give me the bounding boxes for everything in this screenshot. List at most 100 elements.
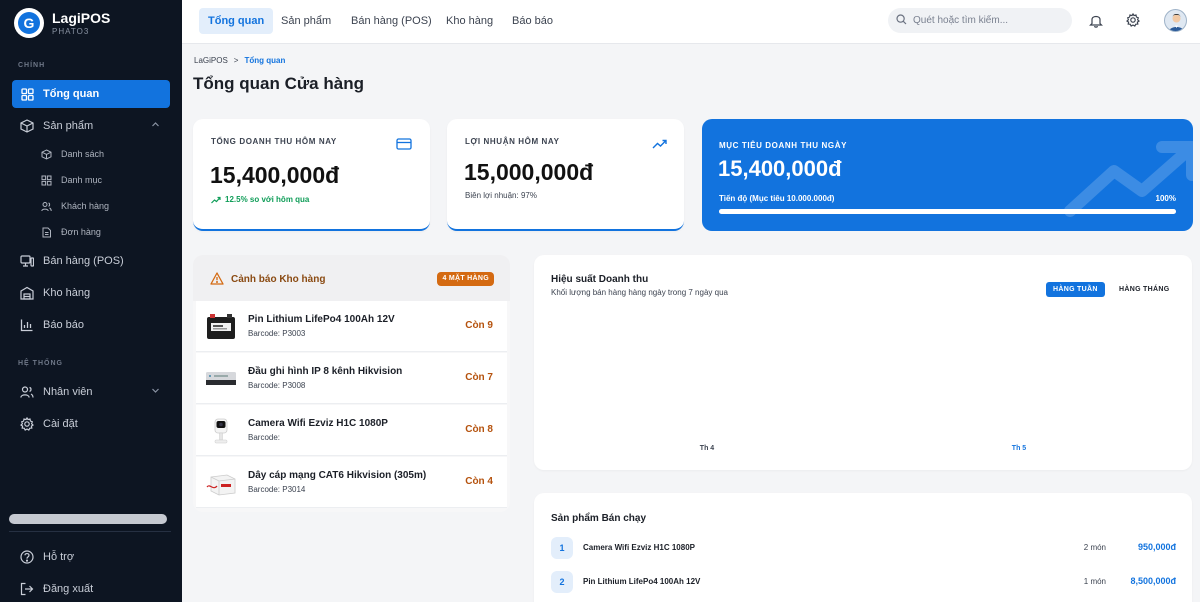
best-seller-count: 2 món [1083, 543, 1106, 552]
sidebar-subitem-customers[interactable]: Khách hàng [40, 198, 109, 214]
search-box[interactable] [888, 8, 1072, 33]
goal-progress-label: Tiến độ (Mục tiêu 10.000.000đ) [719, 194, 835, 203]
stock-item[interactable]: Đầu ghi hình IP 8 kênh Hikvision Barcode… [196, 353, 507, 404]
tab-reports[interactable]: Báo báo [503, 8, 562, 34]
stock-item-qty: Còn 8 [465, 424, 493, 435]
gear-icon[interactable] [1125, 12, 1141, 28]
sidebar-item-settings[interactable]: Cài đặt [12, 410, 170, 438]
sidebar-item-overview[interactable]: Tổng quan [12, 80, 170, 108]
box-icon [20, 119, 34, 133]
avatar[interactable] [1164, 9, 1187, 32]
gear-icon [20, 417, 34, 431]
stat-value: 15,000,000đ [464, 159, 594, 185]
logo-icon: G [14, 8, 44, 38]
revenue-chart: Th 4 Th 5 [700, 445, 1026, 452]
best-seller-name: Camera Wifi Ezviz H1C 1080P [583, 543, 695, 552]
stock-item[interactable]: Pin Lithium LifePo4 100Ah 12V Barcode: P… [196, 301, 507, 352]
stat-value: 15,400,000đ [210, 162, 340, 188]
breadcrumb-root[interactable]: LaGiPOS [194, 56, 228, 65]
rank-badge: 1 [551, 537, 573, 559]
rank-badge: 2 [551, 571, 573, 593]
goal-card: MỤC TIÊU DOANH THU NGÀY 15,400,000đ Tiến… [702, 119, 1193, 231]
sidebar-item-label: Báo báo [43, 319, 84, 331]
top-header: Tổng quan Sản phẩm Bán hàng (POS) Kho hà… [182, 0, 1200, 44]
bell-icon[interactable] [1088, 12, 1104, 28]
best-seller-count: 1 món [1083, 577, 1106, 586]
logout-icon [20, 582, 34, 596]
chevron-up-icon [151, 120, 160, 132]
sidebar-subitem-label: Đơn hàng [61, 227, 101, 237]
sidebar-item-products[interactable]: Sản phẩm [12, 112, 170, 140]
section-label-system: HỆ THỐNG [18, 360, 63, 367]
sidebar-item-label: Kho hàng [43, 287, 91, 299]
page-title: Tổng quan Cửa hàng [193, 74, 364, 93]
sidebar-item-label: Đăng xuất [43, 583, 94, 595]
sidebar-item-label: Bán hàng (POS) [43, 255, 124, 267]
stock-item-name: Camera Wifi Ezviz H1C 1080P [248, 418, 388, 429]
stat-label: TỔNG DOANH THU HÔM NAY [211, 137, 337, 146]
grid-icon [40, 174, 52, 186]
stock-alert-title: Cảnh báo Kho hàng [231, 274, 326, 285]
stock-item-qty: Còn 9 [465, 320, 493, 331]
sidebar-subitem-categories[interactable]: Danh mục [40, 172, 102, 188]
search-input[interactable] [913, 15, 1063, 26]
best-sellers-title: Sản phẩm Bán chạy [551, 513, 647, 524]
trend-up-icon [211, 196, 221, 203]
breadcrumb-separator: > [233, 56, 239, 65]
sidebar-subitem-label: Khách hàng [61, 201, 110, 211]
stock-item[interactable]: Camera Wifi Ezviz H1C 1080P Barcode: Còn… [196, 405, 507, 456]
sidebar-subitem-label: Danh sách [61, 149, 105, 159]
tab-pos[interactable]: Bán hàng (POS) [342, 8, 441, 34]
stock-item-code: Barcode: [248, 433, 281, 442]
best-seller-name: Pin Lithium LifePo4 100Ah 12V [583, 577, 701, 586]
stat-trend-text: 12.5% so với hôm qua [225, 195, 310, 204]
stock-item-qty: Còn 7 [465, 372, 493, 383]
revenue-chart-card: Hiệu suất Doanh thu Khối lượng bán hàng … [534, 255, 1192, 470]
warning-icon [210, 272, 224, 285]
sidebar-item-warehouse[interactable]: Kho hàng [12, 279, 170, 307]
tab-overview[interactable]: Tổng quan [199, 8, 274, 34]
stat-card-revenue: TỔNG DOANH THU HÔM NAY 15,400,000đ 12.5%… [193, 119, 430, 231]
trend-up-icon [1064, 141, 1193, 217]
brand[interactable]: G LagiPOS PHATO3 [14, 8, 110, 38]
stat-card-profit: LỢI NHUẬN HÔM NAY 15,000,000đ Biên lợi n… [447, 119, 684, 231]
sidebar-item-label: Tổng quan [43, 88, 100, 100]
credit-card-icon [396, 138, 412, 150]
sidebar-item-label: Nhân viên [43, 386, 93, 398]
goal-value: 15,400,000đ [718, 156, 842, 181]
stock-item-code: Barcode: P3014 [248, 485, 306, 494]
stock-item-code: Barcode: P3008 [248, 381, 306, 390]
sidebar-item-help[interactable]: Hỗ trợ [12, 543, 170, 571]
sidebar-item-label: Hỗ trợ [43, 551, 75, 563]
sidebar: G LagiPOS PHATO3 CHÍNH Tổng quan Sản phẩ… [0, 0, 182, 602]
stock-item[interactable]: Dây cáp mạng CAT6 Hikvision (305m) Barco… [196, 457, 507, 508]
cable-box-icon [204, 466, 238, 500]
users-icon [20, 385, 34, 399]
sidebar-item-logout[interactable]: Đăng xuất [12, 575, 170, 602]
stock-alert-badge: 4 MẶT HÀNG [437, 272, 494, 286]
search-icon [896, 12, 907, 30]
tab-warehouse[interactable]: Kho hàng [437, 8, 502, 34]
best-seller-amount: 8,500,000đ [1130, 576, 1176, 586]
sidebar-item-label: Cài đặt [43, 418, 78, 430]
goal-progress-percent: 100% [1155, 194, 1176, 203]
sidebar-item-reports[interactable]: Báo báo [12, 311, 170, 339]
section-label-main: CHÍNH [18, 62, 46, 69]
stock-item-name: Pin Lithium LifePo4 100Ah 12V [248, 314, 395, 325]
best-seller-row[interactable]: 2 Pin Lithium LifePo4 100Ah 12V 1 món 8,… [551, 571, 1176, 593]
sidebar-scrollbar[interactable] [9, 514, 167, 524]
trend-up-icon [652, 139, 667, 149]
goal-progress-fill [719, 209, 1176, 214]
tab-products[interactable]: Sản phẩm [272, 8, 340, 34]
best-seller-row[interactable]: 1 Camera Wifi Ezviz H1C 1080P 2 món 950,… [551, 537, 1176, 559]
pos-icon [20, 254, 34, 268]
sidebar-item-staff[interactable]: Nhân viên [12, 378, 170, 406]
report-icon [20, 318, 34, 332]
sidebar-subitem-orders[interactable]: Đơn hàng [40, 224, 101, 240]
goal-label: MỤC TIÊU DOANH THU NGÀY [719, 141, 848, 150]
sidebar-subitem-label: Danh mục [61, 175, 103, 185]
breadcrumb: LaGiPOS > Tổng quan [194, 56, 285, 65]
sidebar-item-pos[interactable]: Bán hàng (POS) [12, 247, 170, 275]
camera-icon [204, 414, 238, 448]
sidebar-subitem-list[interactable]: Danh sách [40, 146, 104, 162]
